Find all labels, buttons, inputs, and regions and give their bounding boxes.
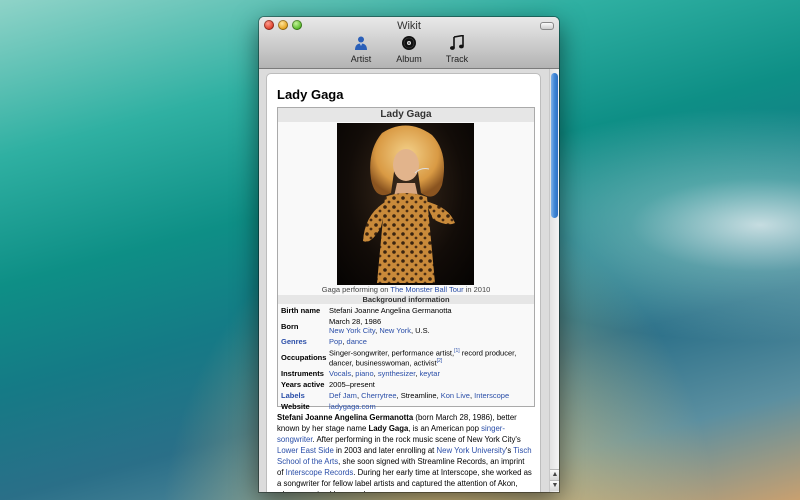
infobox-value: Vocals, piano, synthesizer, keytar [328,368,532,379]
infobox-row-occupations: Occupations Singer-songwriter, performan… [280,347,532,368]
interscope-records-link[interactable]: Interscope Records [286,468,354,477]
birth-date: March 28, 1986 [329,317,382,326]
artist-photo-image [363,125,455,283]
infobox-value: ladygaga.com [328,401,532,412]
website-link[interactable]: ladygaga.com [329,402,376,411]
streamline-text: Streamline [400,391,437,400]
monster-ball-tour-link[interactable]: The Monster Ball Tour [390,285,463,294]
infobox-value: Pop, dance [328,336,532,347]
scrollbar-thumb[interactable] [551,73,558,218]
reference-2-link[interactable]: [2] [437,358,443,364]
infobox-value: March 28, 1986 New York City, New York, U… [328,316,532,336]
vertical-scrollbar[interactable]: ▲ ▼ [549,69,559,492]
app-window: Wikit Artist Album Track Lady Gaga Lady … [259,17,559,492]
infobox-key: Website [281,402,310,411]
keytar-link[interactable]: keytar [420,369,440,378]
infobox-value: Def Jam, Cherrytree, Streamline, Kon Liv… [328,390,532,401]
pop-link[interactable]: Pop [329,337,342,346]
infobox-caption: Lady Gaga [278,108,534,122]
photo-caption-text: Gaga performing on [321,285,391,294]
stage-name-bold: Lady Gaga [368,424,409,433]
track-tab-label: Track [445,54,469,64]
music-note-icon [450,35,464,50]
dance-link[interactable]: dance [347,337,367,346]
album-tab-button[interactable]: Album [389,35,429,64]
labels-key-link[interactable]: Labels [280,390,328,401]
cherrytree-link[interactable]: Cherrytree [361,391,396,400]
body-text: , is an American pop [408,424,482,433]
occupations-text: Singer-songwriter, performance artist, [329,348,455,358]
toolbar-toggle-button[interactable] [540,22,554,30]
article-scroll-area[interactable]: Lady Gaga Lady Gaga Gaga performing on T… [259,69,559,492]
infobox-row-genres: Genres Pop, dance [280,336,532,347]
infobox-value: 2005–present [329,380,375,389]
photo-caption-year: in 2010 [463,285,491,294]
new-york-university-link[interactable]: New York University [437,446,506,455]
infobox-row-born: Born March 28, 1986 New York City, New Yo… [280,316,532,336]
infobox-row-years-active: Years active 2005–present [280,379,532,390]
artist-photo [337,123,474,285]
synthesizer-link[interactable]: synthesizer [378,369,416,378]
window-title: Wikit [397,20,421,32]
infobox-table: Birth name Stefani Joanne Angelina Germa… [280,305,532,412]
album-tab-label: Album [396,54,422,64]
title-bar: Wikit Artist Album Track [259,17,559,69]
body-text: in 2003 and later enrolling at [333,446,437,455]
kon-live-link[interactable]: Kon Live [441,391,470,400]
infobox-row-website: Website ladygaga.com [280,401,532,412]
infobox-value: Singer-songwriter, performance artist,[1… [328,347,532,368]
vocals-link[interactable]: Vocals [329,369,351,378]
infobox-row-instruments: Instruments Vocals, piano, synthesizer, … [280,368,532,379]
new-york-city-link[interactable]: New York City [329,326,375,335]
scroll-up-arrow-icon[interactable]: ▲ [550,469,559,480]
infobox-row-labels: Labels Def Jam, Cherrytree, Streamline, … [280,390,532,401]
piano-link[interactable]: piano [355,369,373,378]
article-page: Lady Gaga Lady Gaga Gaga performing on T… [266,73,541,492]
infobox-row-birth-name: Birth name Stefani Joanne Angelina Germa… [280,305,532,316]
interscope-link[interactable]: Interscope [474,391,509,400]
article-body: Stefani Joanne Angelina Germanotta (born… [277,412,533,492]
artist-tab-button[interactable]: Artist [341,35,381,64]
infobox-key: Instruments [281,369,324,378]
lower-east-side-link[interactable]: Lower East Side [277,446,334,455]
infobox-key: Years active [281,380,325,389]
new-york-link[interactable]: New York [379,326,411,335]
photo-caption: Gaga performing on The Monster Ball Tour… [278,285,534,294]
full-name-bold: Stefani Joanne Angelina Germanotta [277,413,414,422]
album-icon [402,36,416,50]
infobox-key: Occupations [281,353,327,362]
artist-icon [355,36,367,50]
scroll-down-arrow-icon[interactable]: ▼ [550,480,559,491]
infobox: Lady Gaga Gaga performing on The Monster… [277,107,535,411]
infobox-value: Stefani Joanne Angelina Germanotta [329,306,452,315]
track-tab-button[interactable]: Track [437,35,477,64]
infobox-key: Born [281,321,299,331]
background-information-header: Background information [278,295,534,304]
infobox-key: Birth name [281,306,321,315]
article-title: Lady Gaga [277,87,344,102]
genres-key-link[interactable]: Genres [280,336,328,347]
artist-tab-label: Artist [350,54,372,64]
country-text: , U.S. [411,326,430,335]
def-jam-link[interactable]: Def Jam [329,391,357,400]
body-text: . After performing in the rock music sce… [312,435,521,444]
